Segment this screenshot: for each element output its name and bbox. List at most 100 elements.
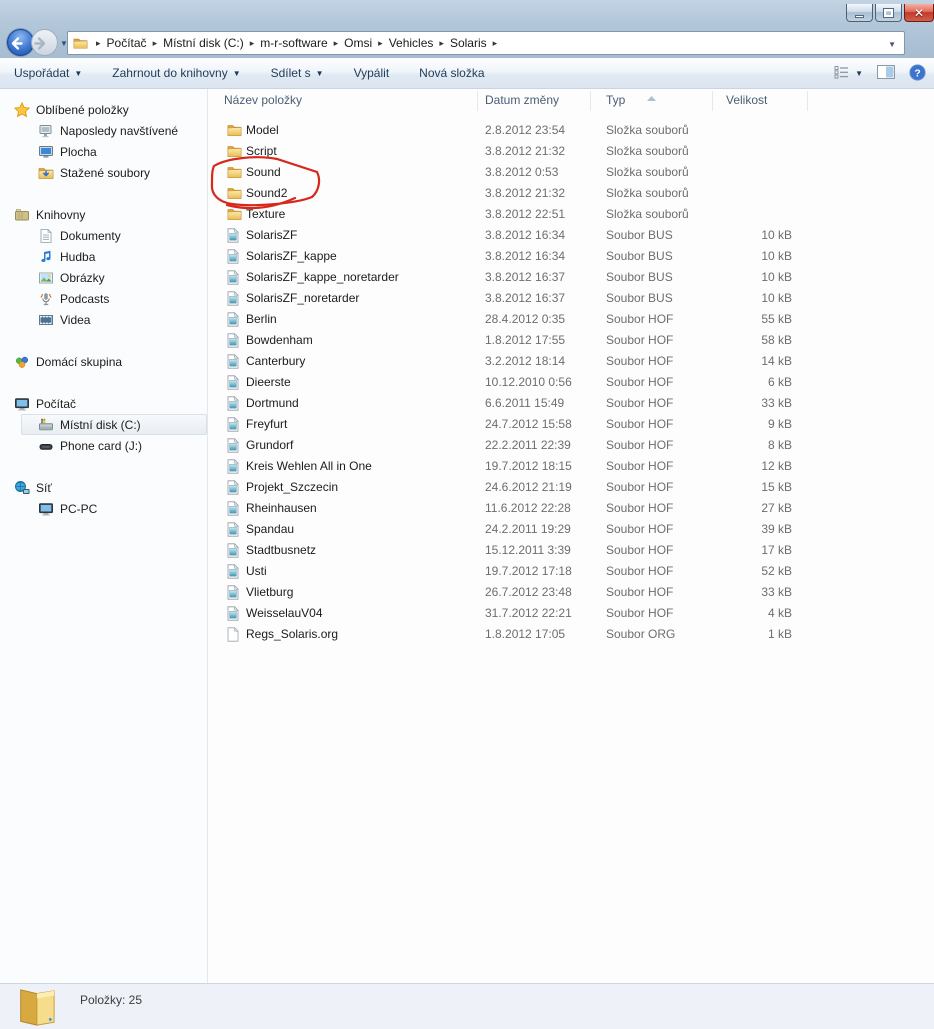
sidebar-item-stazene-soubory[interactable]: Stažené soubory [0,162,207,183]
table-row[interactable]: Dieerste10.12.2010 0:56Soubor HOF6 kB [208,372,934,393]
table-row[interactable]: Script3.8.2012 21:32Složka souborů [208,141,934,162]
column-header-size[interactable]: Velikost [726,93,767,107]
sidebar-item-label: Dokumenty [60,229,121,243]
sidebar-item-plocha[interactable]: Plocha [0,141,207,162]
column-header-type[interactable]: Typ [606,93,625,107]
table-row[interactable]: SolarisZF_noretarder3.8.2012 16:37Soubor… [208,288,934,309]
sidebar-item-podcasts[interactable]: Podcasts [0,288,207,309]
folder-icon [227,165,242,179]
file-icon [227,480,239,495]
file-type: Soubor HOF [606,540,673,561]
table-row[interactable]: Texture 3.8.2012 22:51 Složka souborů [208,204,934,225]
status-bar: Položky: 25 [0,983,934,1029]
table-row[interactable]: SolarisZF_kappe_noretarder3.8.2012 16:37… [208,267,934,288]
breadcrumb-item[interactable]: Místní disk (C:) [163,36,244,50]
file-date: 3.8.2012 21:32 [485,141,565,162]
file-date: 3.8.2012 22:51 [485,204,565,225]
table-row[interactable]: Spandau24.2.2011 19:29Soubor HOF39 kB [208,519,934,540]
file-type: Soubor BUS [606,288,673,309]
sidebar-group-sit[interactable]: Síť [0,477,207,498]
table-row[interactable]: WeisselauV0431.7.2012 22:21Soubor HOF4 k… [208,603,934,624]
sidebar-item-phone-card-j[interactable]: Phone card (J:) [0,435,207,456]
file-type: Soubor HOF [606,456,673,477]
breadcrumb-item[interactable]: m-r-software [260,36,327,50]
breadcrumb-separator-icon: ▸ [328,38,345,49]
minimize-button[interactable] [846,4,873,22]
folder-icon [227,207,242,221]
table-row[interactable]: Freyfurt24.7.2012 15:58Soubor HOF9 kB [208,414,934,435]
sidebar-item-mistni-disk-c[interactable]: Místní disk (C:) [21,414,207,435]
file-date: 6.6.2011 15:49 [485,393,564,414]
file-size: 58 kB [712,330,792,351]
explorer-content: Oblíbené položkyNaposledy navštívenéPloc… [0,89,934,983]
sidebar-item-pc-pc[interactable]: PC-PC [0,498,207,519]
table-row[interactable]: Kreis Wehlen All in One19.7.2012 18:15So… [208,456,934,477]
table-row[interactable]: Regs_Solaris.org1.8.2012 17:05Soubor ORG… [208,624,934,645]
file-name: Rheinhausen [246,498,317,519]
toolbar-button[interactable]: Nová složka [419,66,484,80]
file-size: 1 kB [712,624,792,645]
table-row[interactable]: Canterbury3.2.2012 18:14Soubor HOF14 kB [208,351,934,372]
table-row[interactable]: Projekt_Szczecin24.6.2012 21:19Soubor HO… [208,477,934,498]
file-type: Soubor HOF [606,330,673,351]
table-row[interactable]: Model2.8.2012 23:54Složka souborů [208,120,934,141]
address-bar[interactable]: ▸Počítač▸Místní disk (C:)▸m-r-software▸O… [67,31,905,55]
breadcrumb-item[interactable]: Vehicles [389,36,434,50]
file-name: Script [246,141,277,162]
minimize-icon [855,15,864,18]
maximize-button[interactable] [875,4,902,22]
breadcrumb-separator-icon[interactable]: ▸ [487,38,504,49]
preview-pane-button[interactable] [877,65,895,82]
file-icon [227,585,239,600]
table-row[interactable]: Berlin28.4.2012 0:35Soubor HOF55 kB [208,309,934,330]
column-header-name[interactable]: Název položky [224,93,302,107]
breadcrumb-item[interactable]: Počítač [107,36,147,50]
table-row[interactable]: Rheinhausen11.6.2012 22:28Soubor HOF27 k… [208,498,934,519]
sidebar-group-knihovny[interactable]: Knihovny [0,204,207,225]
sidebar-item-naposledy-navstivene[interactable]: Naposledy navštívené [0,120,207,141]
file-name: Texture [246,204,285,225]
toolbar-button[interactable]: Sdílet s▼ [271,66,324,80]
sidebar-item-videa[interactable]: Videa [0,309,207,330]
table-row[interactable]: Dortmund6.6.2011 15:49Soubor HOF33 kB [208,393,934,414]
sidebar-group-domaci-skupina[interactable]: Domácí skupina [0,351,207,372]
sidebar-item-hudba[interactable]: Hudba [0,246,207,267]
sidebar-item-dokumenty[interactable]: Dokumenty [0,225,207,246]
table-row[interactable]: Vlietburg26.7.2012 23:48Soubor HOF33 kB [208,582,934,603]
table-row[interactable]: Stadtbusnetz15.12.2011 3:39Soubor HOF17 … [208,540,934,561]
forward-button[interactable] [31,29,58,56]
sidebar-group-pocitac[interactable]: Počítač [0,393,207,414]
file-type: Soubor BUS [606,267,673,288]
toolbar-button[interactable]: Vypálit [354,66,390,80]
breadcrumb-item[interactable]: Solaris [450,36,487,50]
toolbar-button-label: Nová složka [419,66,484,80]
table-row[interactable]: Grundorf22.2.2011 22:39Soubor HOF8 kB [208,435,934,456]
table-row[interactable]: Bowdenham1.8.2012 17:55Soubor HOF58 kB [208,330,934,351]
network-icon [13,480,30,496]
change-view-button[interactable]: ▼ [834,65,863,82]
table-row[interactable]: Usti19.7.2012 17:18Soubor HOF52 kB [208,561,934,582]
sidebar-item-obrazky[interactable]: Obrázky [0,267,207,288]
file-size: 10 kB [712,267,792,288]
table-row[interactable]: Sound3.8.2012 0:53Složka souborů [208,162,934,183]
toolbar-button[interactable]: Zahrnout do knihovny▼ [112,66,240,80]
table-row[interactable]: SolarisZF3.8.2012 16:34Soubor BUS10 kB [208,225,934,246]
file-name: Usti [246,561,267,582]
file-type: Složka souborů [606,204,689,225]
table-row[interactable]: SolarisZF_kappe3.8.2012 16:34Soubor BUS1… [208,246,934,267]
back-button[interactable] [7,29,34,56]
file-name: SolarisZF_kappe_noretarder [246,267,399,288]
toolbar-button[interactable]: Uspořádat▼ [14,66,82,80]
help-button[interactable]: ? [909,64,926,84]
sidebar-group-oblibene-polozky[interactable]: Oblíbené položky [0,99,207,120]
table-row[interactable]: Sound23.8.2012 21:32Složka souborů [208,183,934,204]
documents-icon [37,228,54,244]
close-button[interactable]: ✕ [904,4,934,22]
file-name: Berlin [246,309,277,330]
address-dropdown-icon[interactable]: ▼ [888,40,896,49]
file-size: 9 kB [712,414,792,435]
column-header-date[interactable]: Datum změny [485,93,559,107]
breadcrumb-item[interactable]: Omsi [344,36,372,50]
file-size: 15 kB [712,477,792,498]
window-controls: ✕ [846,4,934,22]
